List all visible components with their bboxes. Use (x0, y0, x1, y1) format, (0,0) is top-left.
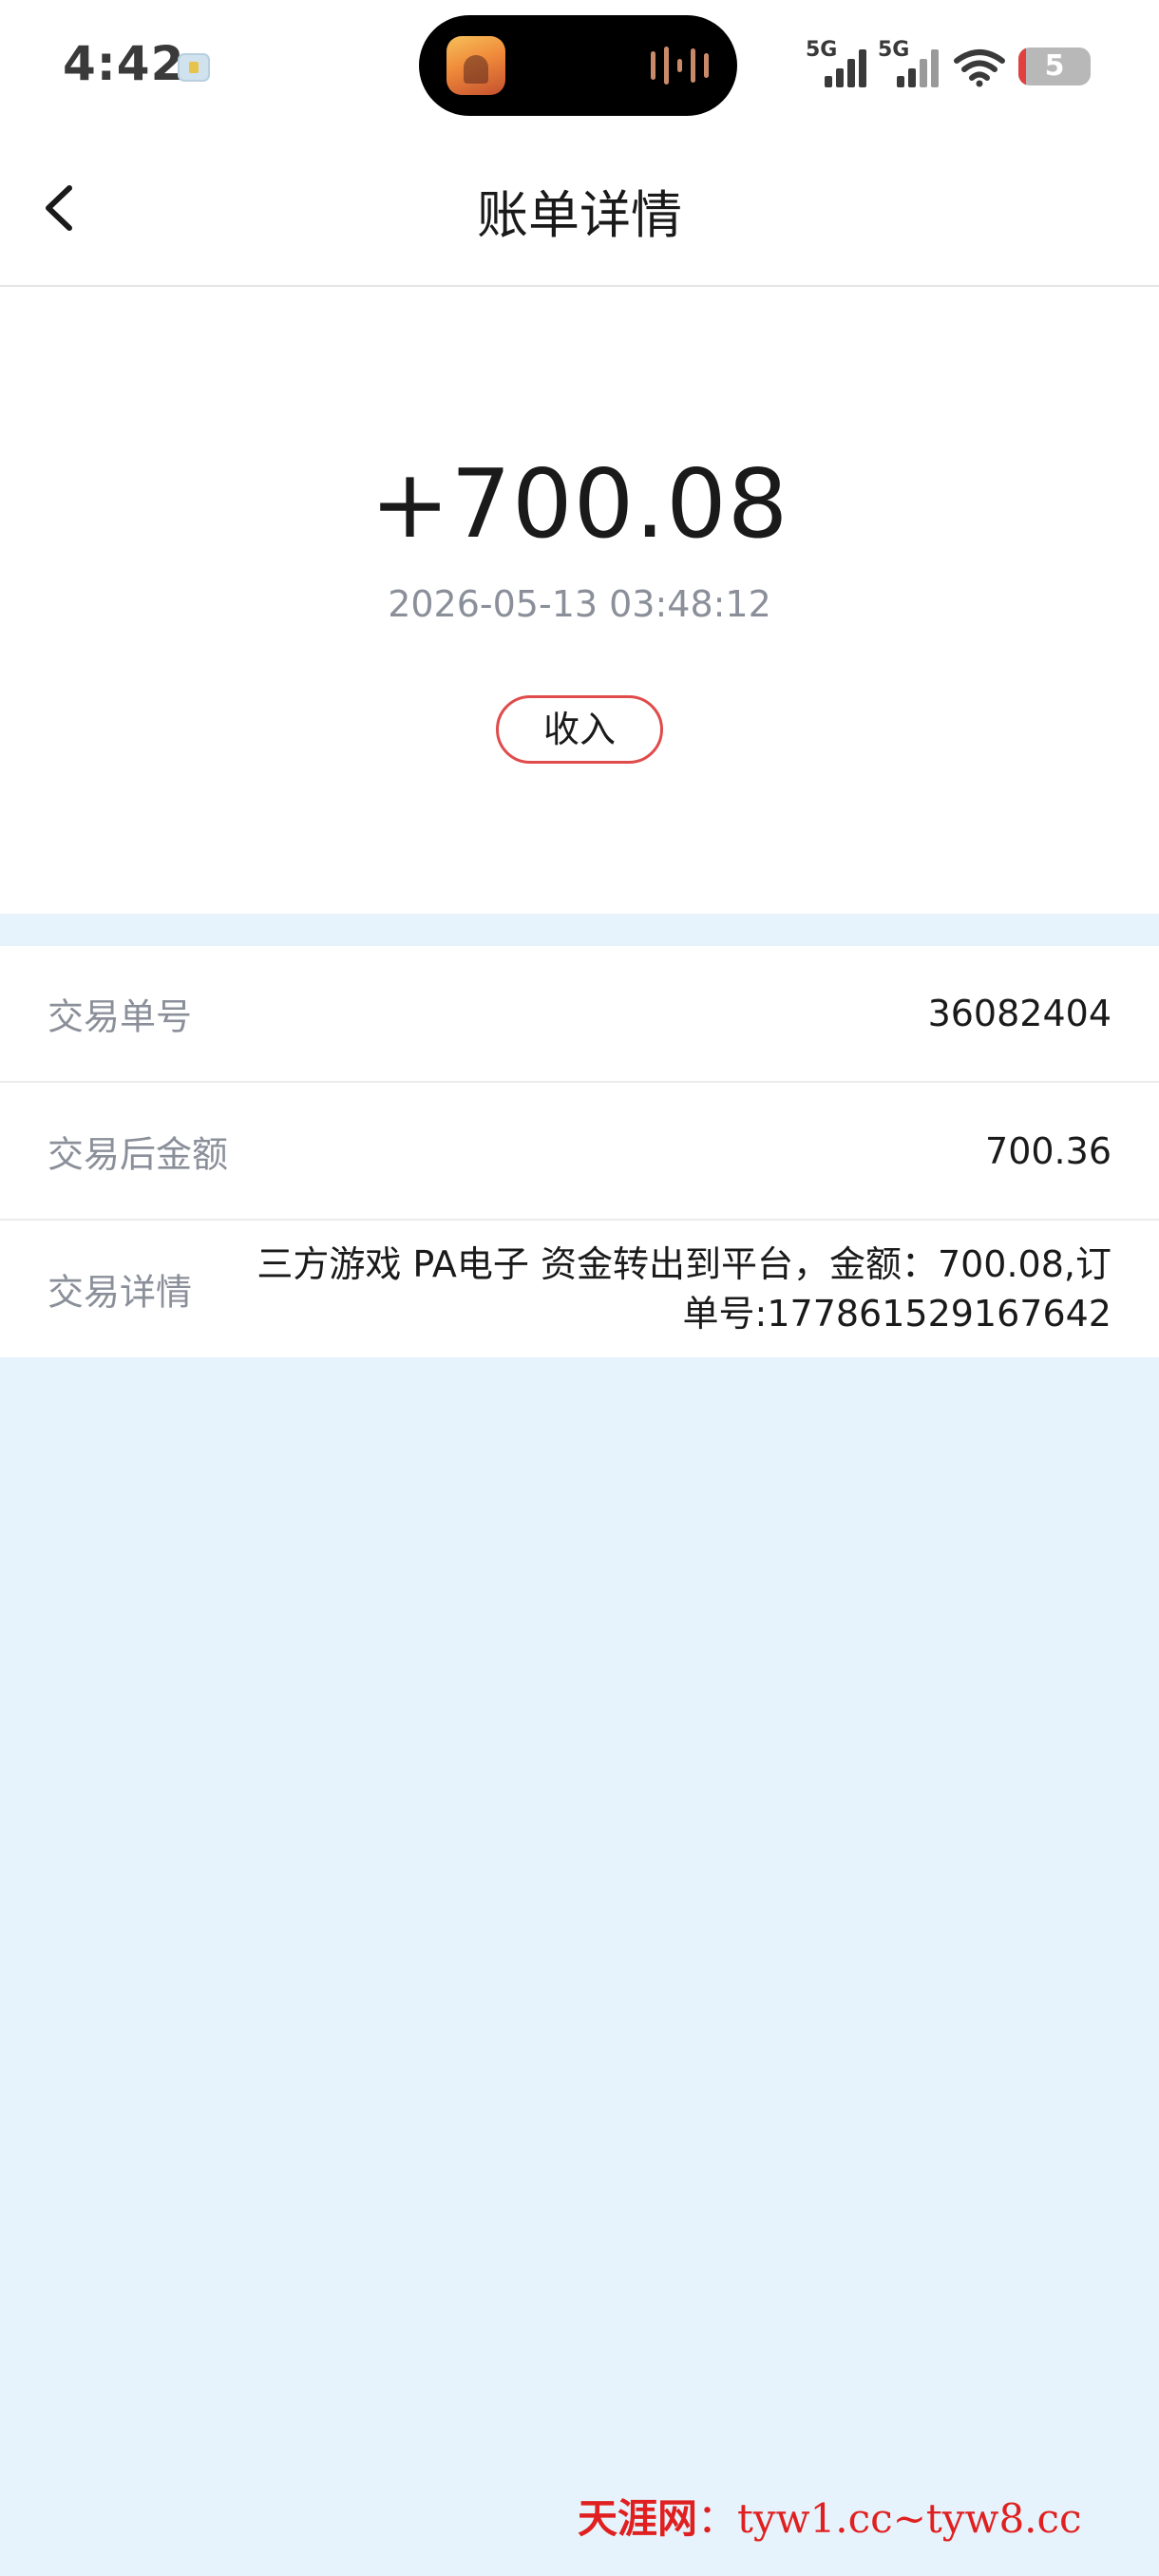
description-label: 交易详情 (48, 1271, 193, 1314)
description-value: 三方游戏 PA电子 资金转出到平台，金额：700.08,订单号:17786152… (256, 1243, 1112, 1335)
page-title: 账单详情 (477, 185, 682, 245)
detail-row-description: 交易详情 三方游戏 PA电子 资金转出到平台，金额：700.08,订单号:177… (0, 1221, 1159, 1357)
watermark-separator: ： (697, 2495, 738, 2542)
detail-row-balance-after: 交易后金额 700.36 (0, 1083, 1159, 1221)
watermark-brand: 天涯网 (578, 2495, 698, 2542)
wifi-icon (954, 49, 1005, 87)
amount-summary-card: +700.08 2026-05-13 03:48:12 收入 (0, 287, 1159, 914)
balance-after-value: 700.36 (985, 1129, 1112, 1172)
notification-icon (178, 53, 210, 82)
transaction-datetime: 2026-05-13 03:48:12 (388, 583, 771, 625)
battery-icon: 5 (1018, 47, 1091, 85)
transaction-detail-list: 交易单号 36082404 交易后金额 700.36 交易详情 三方游戏 PA电… (0, 946, 1159, 1357)
detail-row-order-number: 交易单号 36082404 (0, 946, 1159, 1083)
audio-wave-icon (651, 46, 709, 85)
watermark-urls: tyw1.cc~tyw8.cc (737, 2495, 1082, 2542)
order-number-value: 36082404 (927, 993, 1112, 1034)
bill-detail-page: 4:42 5G 5G 5 账单详情 +700.08 2026-05-13 03:… (0, 0, 1159, 2576)
battery-percent: 5 (1044, 49, 1065, 83)
transaction-type-badge: 收入 (496, 695, 663, 764)
order-number-label: 交易单号 (48, 995, 193, 1038)
nav-bar: 账单详情 (0, 133, 1159, 287)
status-time: 4:42 (63, 36, 185, 91)
transaction-amount: +700.08 (370, 448, 789, 559)
app-icon (446, 36, 505, 95)
dynamic-island[interactable] (419, 15, 737, 116)
watermark: 天涯网：tyw1.cc~tyw8.cc (578, 2487, 1082, 2545)
status-bar: 4:42 5G 5G 5 (0, 0, 1159, 133)
balance-after-label: 交易后金额 (48, 1133, 229, 1175)
